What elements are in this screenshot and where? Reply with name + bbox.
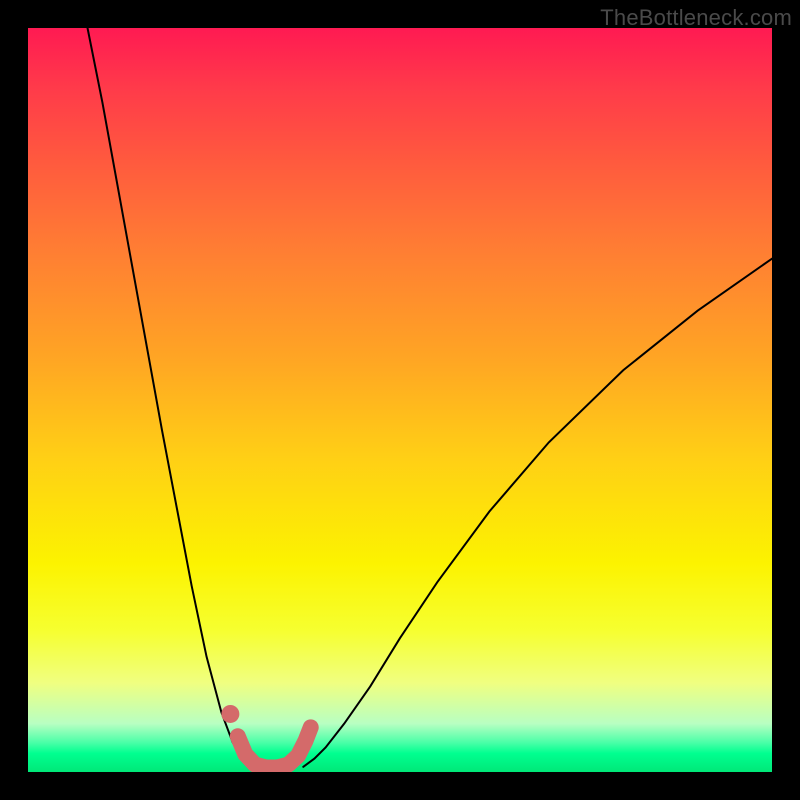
- plot-area: [28, 28, 772, 772]
- curves-svg: [28, 28, 772, 772]
- chart-frame: TheBottleneck.com: [0, 0, 800, 800]
- valley-start-dot: [221, 705, 239, 723]
- watermark-text: TheBottleneck.com: [600, 5, 792, 31]
- right-curve: [303, 259, 772, 767]
- left-curve: [88, 28, 252, 768]
- valley-highlight: [238, 727, 311, 767]
